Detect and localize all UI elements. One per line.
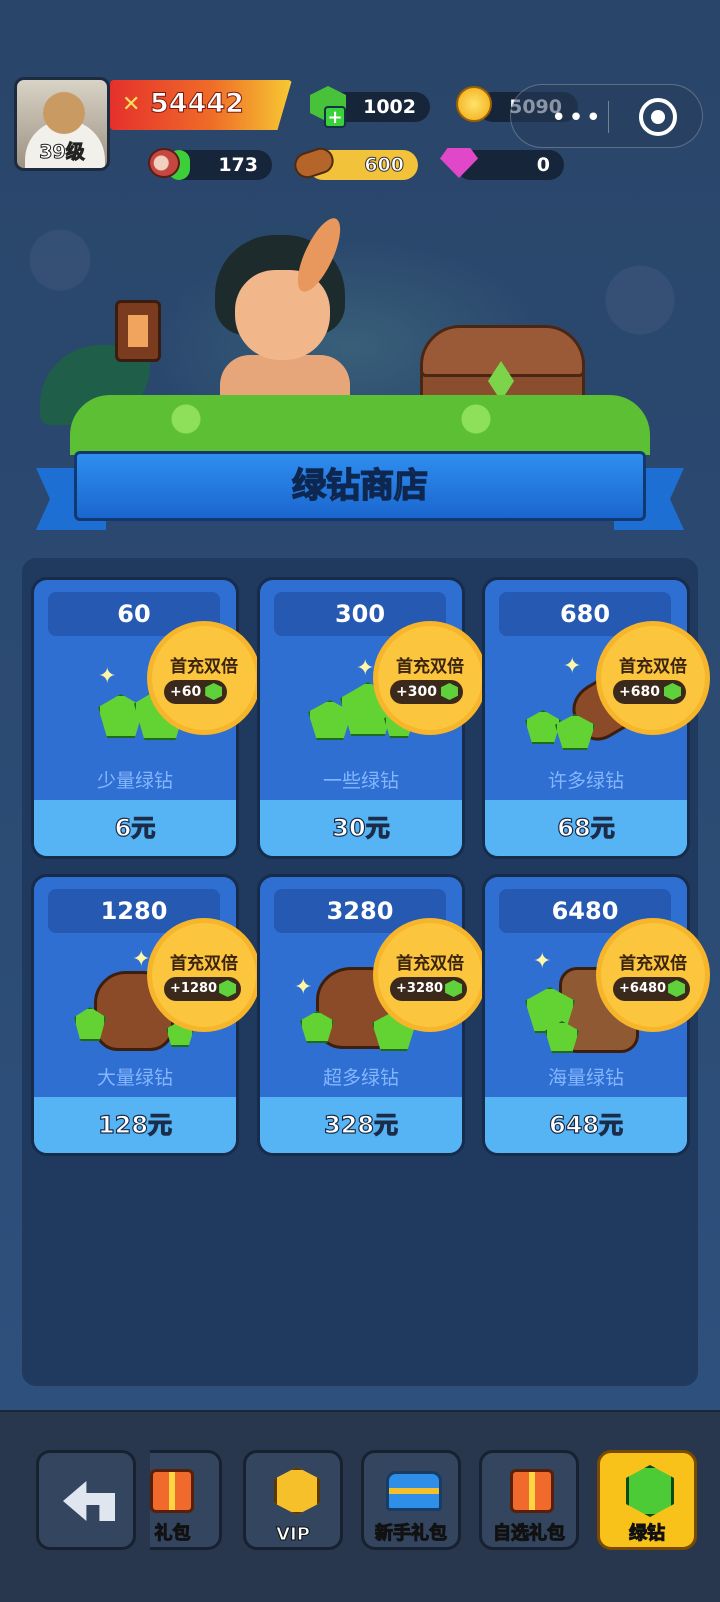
pink-diamond-value: 0: [536, 154, 550, 176]
badge-bonus-value: +1280: [170, 981, 218, 996]
avatar-face: [43, 92, 85, 134]
item-name: 大量绿钻: [96, 1067, 173, 1089]
first-purchase-badge: 首充双倍 +1280: [152, 923, 256, 1027]
plus-icon[interactable]: +: [324, 106, 346, 128]
green-diamond-icon: [205, 683, 223, 700]
coin-icon: [456, 86, 492, 122]
nav-newbie-pack[interactable]: 新手礼包: [361, 1450, 461, 1550]
sparkle-icon: ✦: [294, 975, 313, 1000]
badge-bonus: +300: [390, 680, 463, 704]
item-price-button[interactable]: 648元: [485, 1097, 687, 1153]
lantern-icon: [115, 300, 161, 362]
item-name: 海量绿钻: [547, 1067, 624, 1089]
sparkle-icon: ✦: [563, 654, 582, 679]
shop-item-card[interactable]: 680 ✦ 许多绿钻 68元 首充双倍 +680: [482, 577, 705, 859]
nav-green-diamond-label: 绿钻: [629, 1523, 666, 1545]
green-diamond-icon: [626, 1465, 674, 1517]
meat-value: 173: [218, 154, 258, 176]
green-diamond-icon: [445, 980, 463, 997]
wood-value: 600: [364, 154, 405, 177]
nav-gift-pack-label: 礼包: [154, 1523, 191, 1545]
green-diamond-icon: [219, 980, 237, 997]
shop-item-card[interactable]: 60 ✦ 少量绿钻 6元 首充双倍 +60: [31, 577, 256, 859]
badge-bonus: +680: [613, 680, 686, 704]
nav-custom-pack[interactable]: 自选礼包: [479, 1450, 579, 1550]
gem-icon: [98, 694, 144, 738]
mini-program-capsule: •••: [510, 84, 703, 148]
capsule-divider: [608, 101, 609, 133]
item-price-button[interactable]: 30元: [260, 800, 462, 856]
shop-item-card[interactable]: 3280 ✦ 超多绿钻 328元 首充双倍 +3280: [257, 874, 482, 1156]
player-avatar[interactable]: 39级: [14, 77, 110, 171]
chest-icon: [386, 1471, 442, 1511]
item-price-button[interactable]: 6元: [34, 800, 236, 856]
vip-icon: [274, 1467, 320, 1515]
gem-icon: [525, 710, 561, 744]
gift-icon: [510, 1469, 554, 1513]
shop-item-card[interactable]: 1280 ✦ 大量绿钻 128元 首充双倍 +1280: [31, 874, 256, 1156]
shop-hero-illustration: [40, 205, 680, 455]
first-purchase-badge: 首充双倍 +300: [378, 626, 482, 730]
item-price-button[interactable]: 328元: [260, 1097, 462, 1153]
green-diamond-value: 1002: [363, 96, 416, 118]
badge-title: 首充双倍: [396, 954, 464, 974]
nav-newbie-pack-label: 新手礼包: [375, 1523, 448, 1545]
back-arrow-icon: [63, 1481, 115, 1521]
meat-icon: [148, 148, 180, 178]
badge-bonus-value: +60: [170, 684, 202, 700]
item-name: 许多绿钻: [547, 770, 624, 792]
close-target-icon[interactable]: [639, 98, 677, 136]
combat-power-value: 54442: [150, 88, 245, 120]
nav-vip[interactable]: VIP: [243, 1450, 343, 1550]
badge-title: 首充双倍: [396, 657, 464, 677]
badge-bonus: +3280: [390, 977, 468, 1001]
badge-title: 首充双倍: [619, 954, 687, 974]
sparkle-icon: ✦: [356, 656, 375, 681]
shop-title: 绿钻商店: [74, 451, 646, 521]
crossed-swords-icon: ✕: [122, 92, 141, 117]
sparkle-icon: ✦: [98, 664, 117, 689]
nav-green-diamond[interactable]: 绿钻: [597, 1450, 697, 1550]
sparkle-icon: ✦: [132, 947, 151, 972]
player-level: 39级: [39, 141, 85, 164]
green-gems-pile: [70, 395, 650, 455]
badge-title: 首充双倍: [170, 954, 238, 974]
item-name: 少量绿钻: [96, 770, 173, 792]
sparkle-icon: ✦: [533, 949, 552, 974]
shop-item-card[interactable]: 6480 ✦ 海量绿钻 648元 首充双倍 +6480: [482, 874, 705, 1156]
item-price-button[interactable]: 68元: [485, 800, 687, 856]
first-purchase-badge: 首充双倍 +3280: [378, 923, 482, 1027]
item-name: 超多绿钻: [322, 1067, 399, 1089]
badge-bonus-value: +6480: [619, 981, 667, 996]
first-purchase-badge: 首充双倍 +6480: [601, 923, 705, 1027]
green-diamond-icon: [668, 980, 686, 997]
combat-power: ✕ 54442: [110, 80, 292, 130]
badge-title: 首充双倍: [170, 657, 238, 677]
more-menu-button[interactable]: •••: [551, 103, 603, 133]
badge-bonus-value: +300: [396, 684, 437, 700]
shop-item-card[interactable]: 300 ✦ 一些绿钻 30元 首充双倍 +300: [257, 577, 482, 859]
meat-counter[interactable]: 173: [168, 150, 272, 180]
first-purchase-badge: 首充双倍 +680: [601, 626, 705, 730]
gift-icon: [150, 1469, 194, 1513]
nav-custom-pack-label: 自选礼包: [493, 1523, 566, 1545]
first-purchase-badge: 首充双倍 +60: [152, 626, 256, 730]
badge-bonus-value: +3280: [396, 981, 444, 996]
badge-bonus: +60: [164, 680, 228, 704]
badge-bonus-value: +680: [619, 684, 660, 700]
badge-bonus: +1280: [164, 977, 242, 1001]
green-diamond-icon: [663, 683, 681, 700]
nav-gift-pack[interactable]: 礼包: [150, 1450, 222, 1550]
green-diamond-icon: [440, 683, 458, 700]
item-name: 一些绿钻: [322, 770, 399, 792]
badge-bonus: +6480: [613, 977, 691, 1001]
item-price-button[interactable]: 128元: [34, 1097, 236, 1153]
badge-title: 首充双倍: [619, 657, 687, 677]
nav-vip-label: VIP: [276, 1524, 311, 1546]
